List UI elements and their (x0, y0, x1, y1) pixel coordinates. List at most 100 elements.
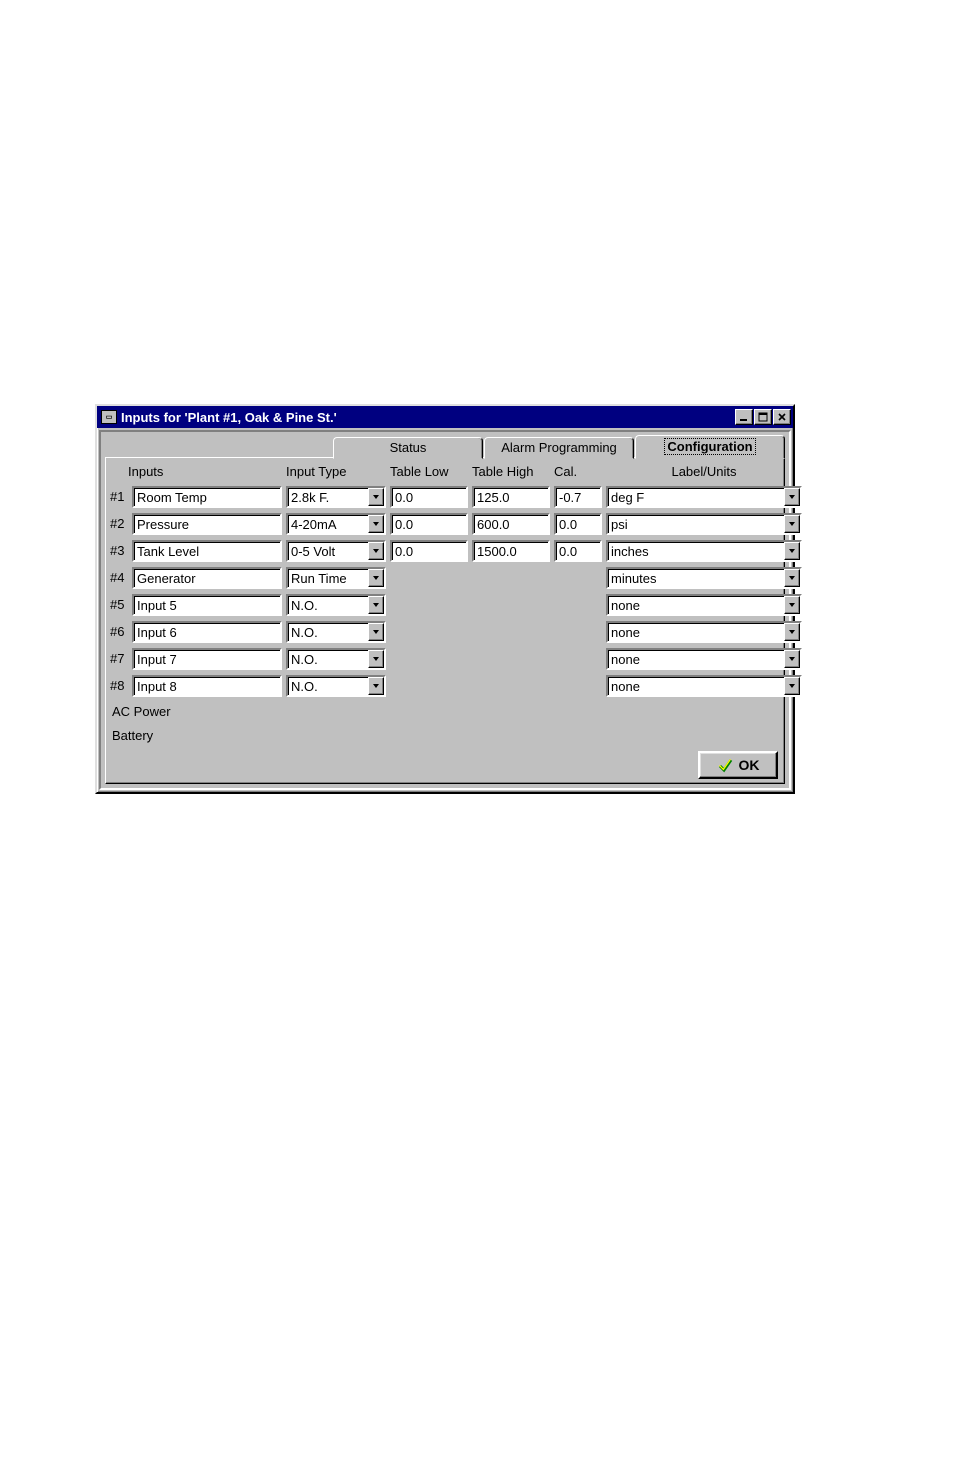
input-type-select[interactable]: N.O. (286, 675, 386, 697)
close-button[interactable] (773, 409, 791, 425)
input-type-value: N.O. (288, 596, 368, 614)
table-low-field[interactable]: 0.0 (390, 513, 468, 535)
ac-power-label: AC Power (110, 704, 780, 719)
inputs-dialog: ▭ Inputs for 'Plant #1, Oak & Pine St.' … (95, 404, 795, 794)
row-number: #3 (110, 543, 128, 558)
check-icon (717, 757, 733, 773)
dropdown-icon[interactable] (784, 596, 800, 614)
table-high-field[interactable]: 600.0 (472, 513, 550, 535)
label-units-select[interactable]: none (606, 594, 802, 616)
label-units-value: deg F (608, 488, 784, 506)
dropdown-icon[interactable] (368, 569, 384, 587)
window-title: Inputs for 'Plant #1, Oak & Pine St.' (121, 410, 734, 425)
table-low-field[interactable]: 0.0 (390, 486, 468, 508)
label-units-value: none (608, 623, 784, 641)
dropdown-icon[interactable] (368, 515, 384, 533)
label-units-select[interactable]: none (606, 675, 802, 697)
dropdown-icon[interactable] (368, 596, 384, 614)
input-type-value: 0-5 Volt (288, 542, 368, 560)
dropdown-icon[interactable] (784, 677, 800, 695)
table-high-field[interactable]: 1500.0 (472, 540, 550, 562)
label-units-select[interactable]: deg F (606, 486, 802, 508)
column-headers: Inputs Input Type Table Low Table High C… (108, 462, 782, 483)
tab-status[interactable]: Status (333, 437, 483, 459)
minimize-button[interactable] (735, 409, 753, 425)
dropdown-icon[interactable] (368, 542, 384, 560)
input-name-field[interactable]: Room Temp (132, 486, 282, 508)
label-units-value: none (608, 596, 784, 614)
input-row: #3 Tank Level 0-5 Volt 0.01500.00.0 inches (108, 537, 782, 564)
input-name-field[interactable]: Input 6 (132, 621, 282, 643)
dropdown-icon[interactable] (784, 650, 800, 668)
configuration-panel: Inputs Input Type Table Low Table High C… (105, 457, 785, 784)
ac-power-row: AC Power (108, 699, 782, 723)
label-units-value: none (608, 677, 784, 695)
input-type-select[interactable]: 0-5 Volt (286, 540, 386, 562)
input-type-select[interactable]: 4-20mA (286, 513, 386, 535)
tab-alarm-programming[interactable]: Alarm Programming (484, 437, 634, 459)
dropdown-icon[interactable] (784, 542, 800, 560)
dropdown-icon[interactable] (784, 515, 800, 533)
row-number: #2 (110, 516, 128, 531)
input-type-value: 4-20mA (288, 515, 368, 533)
input-name-field[interactable]: Generator (132, 567, 282, 589)
battery-row: Battery (108, 723, 782, 747)
tab-configuration[interactable]: Configuration (635, 435, 785, 459)
input-row: #2Pressure4-20mA0.0600.00.0psi (108, 510, 782, 537)
input-row: #5 Input 5 N.O. none (108, 591, 782, 618)
row-number: #6 (110, 624, 128, 639)
dropdown-icon[interactable] (368, 677, 384, 695)
dropdown-icon[interactable] (368, 650, 384, 668)
dropdown-icon[interactable] (784, 488, 800, 506)
input-type-value: N.O. (288, 650, 368, 668)
row-number: #1 (110, 489, 128, 504)
input-type-select[interactable]: N.O. (286, 621, 386, 643)
input-name-field[interactable]: Input 5 (132, 594, 282, 616)
cal-field[interactable]: 0.0 (554, 513, 602, 535)
row-number: #7 (110, 651, 128, 666)
input-row: #7 Input 7 N.O. none (108, 645, 782, 672)
dropdown-icon[interactable] (368, 488, 384, 506)
input-name-field[interactable]: Pressure (132, 513, 282, 535)
row-number: #4 (110, 570, 128, 585)
input-type-select[interactable]: N.O. (286, 594, 386, 616)
input-type-select[interactable]: N.O. (286, 648, 386, 670)
dropdown-icon[interactable] (784, 569, 800, 587)
input-name-field[interactable]: Input 7 (132, 648, 282, 670)
label-units-select[interactable]: psi (606, 513, 802, 535)
header-cal: Cal. (554, 464, 602, 479)
input-type-value: N.O. (288, 623, 368, 641)
input-type-select[interactable]: 2.8k F. (286, 486, 386, 508)
input-name-field[interactable]: Tank Level (132, 540, 282, 562)
tab-strip: Status Alarm Programming Configuration (105, 436, 785, 458)
ok-button[interactable]: OK (698, 751, 778, 779)
header-table-low: Table Low (390, 464, 468, 479)
battery-label: Battery (110, 728, 780, 743)
input-name-field[interactable]: Input 8 (132, 675, 282, 697)
label-units-select[interactable]: none (606, 621, 802, 643)
table-high-field[interactable]: 125.0 (472, 486, 550, 508)
label-units-value: inches (608, 542, 784, 560)
label-units-select[interactable]: none (606, 648, 802, 670)
input-type-value: 2.8k F. (288, 488, 368, 506)
header-inputs: Inputs (110, 464, 282, 479)
table-low-field[interactable]: 0.0 (390, 540, 468, 562)
dropdown-icon[interactable] (784, 623, 800, 641)
label-units-select[interactable]: inches (606, 540, 802, 562)
header-input-type: Input Type (286, 464, 386, 479)
row-number: #8 (110, 678, 128, 693)
dropdown-icon[interactable] (368, 623, 384, 641)
input-row: #4GeneratorRun Timeminutes (108, 564, 782, 591)
cal-field[interactable]: -0.7 (554, 486, 602, 508)
ok-label: OK (739, 757, 760, 773)
label-units-select[interactable]: minutes (606, 567, 802, 589)
header-label-units: Label/Units (606, 464, 802, 479)
maximize-button[interactable] (754, 409, 772, 425)
row-number: #5 (110, 597, 128, 612)
header-table-high: Table High (472, 464, 550, 479)
input-row: #6 Input 6 N.O. none (108, 618, 782, 645)
label-units-value: none (608, 650, 784, 668)
input-type-select[interactable]: Run Time (286, 567, 386, 589)
input-row: #8 Input 8N.O. none (108, 672, 782, 699)
cal-field[interactable]: 0.0 (554, 540, 602, 562)
